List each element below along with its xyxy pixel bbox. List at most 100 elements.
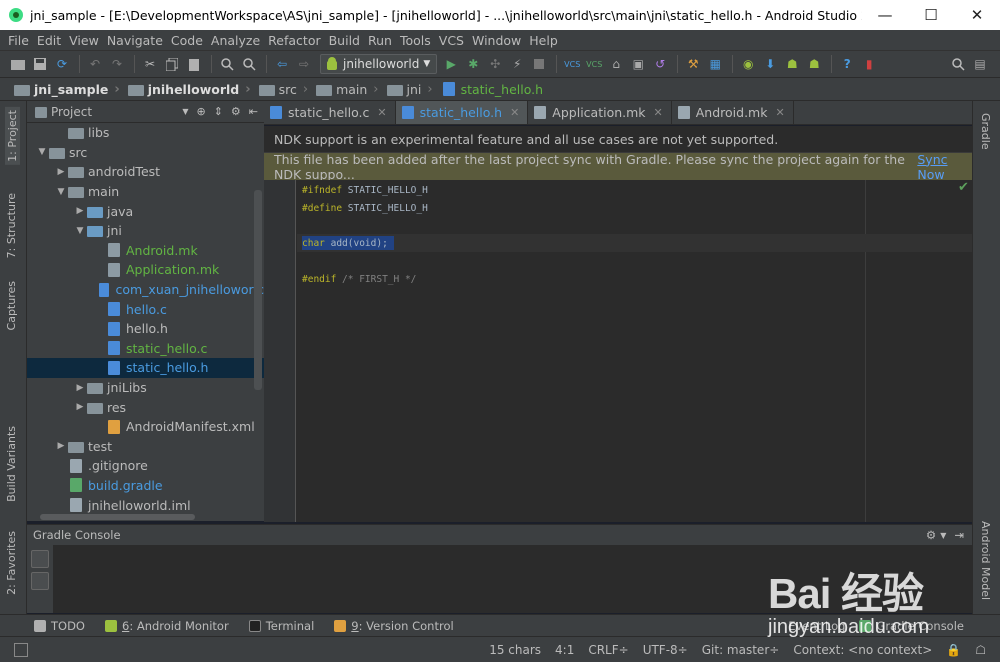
git-branch-status[interactable]: Git: master÷ — [702, 643, 780, 657]
tab-project[interactable]: 1: Project — [5, 107, 20, 165]
hide-panel-icon[interactable]: ⇥ — [954, 528, 964, 542]
tab-terminal[interactable]: Terminal — [248, 619, 314, 633]
tab-todo[interactable]: TODO — [34, 619, 85, 633]
gear-icon[interactable]: ⚙ — [231, 105, 241, 118]
project-scrollbar[interactable] — [254, 190, 262, 390]
back-icon[interactable]: ⇦ — [272, 54, 292, 74]
tree-item[interactable]: ▶ res — [27, 397, 264, 417]
copy-icon[interactable] — [162, 54, 182, 74]
expanded-arrow-icon[interactable]: ▼ — [35, 147, 49, 157]
tree-item[interactable]: ▶ test — [27, 437, 264, 457]
sync-now-link[interactable]: Sync Now — [917, 152, 972, 182]
tab-static-hello-c[interactable]: static_hello.c ✕ — [264, 101, 396, 124]
help-icon[interactable]: ? — [837, 54, 857, 74]
attach-debugger-icon[interactable]: ✣ — [485, 54, 505, 74]
breadcrumb-item[interactable]: src › — [258, 82, 308, 97]
vcs-compare-icon[interactable]: ▣ — [628, 54, 648, 74]
gear-icon[interactable]: ⚙ — [926, 528, 936, 542]
tab-android-mk[interactable]: Android.mk ✕ — [672, 101, 794, 124]
code-editor[interactable]: #ifndef STATIC_HELLO_H #define STATIC_HE… — [264, 180, 972, 522]
device-icon[interactable]: ▮ — [859, 54, 879, 74]
layout-icon[interactable]: ▤ — [970, 54, 990, 74]
tree-item[interactable]: ▶ java — [27, 201, 264, 221]
collapsed-arrow-icon[interactable]: ▶ — [73, 206, 87, 216]
tree-item[interactable]: ▶ jniLibs — [27, 378, 264, 398]
scroll-from-source-icon[interactable]: ⊕ — [196, 105, 205, 118]
paste-icon[interactable] — [184, 54, 204, 74]
menu-vcs[interactable]: VCS — [435, 33, 468, 48]
find-icon[interactable] — [217, 54, 237, 74]
minimize-button[interactable]: — — [862, 0, 908, 30]
close-icon[interactable]: ✕ — [775, 106, 784, 119]
collapsed-arrow-icon[interactable]: ▶ — [54, 167, 68, 177]
expanded-arrow-icon[interactable]: ▼ — [73, 226, 87, 236]
android-device-monitor-icon[interactable]: ☗ — [782, 54, 802, 74]
editor-gutter[interactable] — [264, 180, 296, 522]
tree-item[interactable]: jnihelloworld.iml — [27, 495, 264, 515]
clear-console-icon[interactable] — [31, 550, 49, 568]
encoding-status[interactable]: UTF-8÷ — [643, 643, 688, 657]
menu-tools[interactable]: Tools — [396, 33, 435, 48]
breadcrumb-item[interactable]: jni › — [386, 82, 433, 97]
search-everywhere-icon[interactable] — [948, 54, 968, 74]
menu-view[interactable]: View — [65, 33, 103, 48]
tool-windows-icon[interactable] — [14, 642, 28, 657]
run-configuration-select[interactable]: jnihelloworld ▼ — [320, 54, 438, 74]
settings-icon[interactable]: ▦ — [705, 54, 725, 74]
lock-icon[interactable]: 🔒 — [946, 643, 961, 657]
avd-manager-icon[interactable]: ◉ — [738, 54, 758, 74]
tab-gradle[interactable]: Gradle — [979, 113, 992, 150]
chevron-down-icon[interactable]: ▼ — [940, 531, 946, 540]
menu-refactor[interactable]: Refactor — [264, 33, 324, 48]
caret-position-status[interactable]: 4:1 — [555, 643, 574, 657]
redo-icon[interactable]: ↷ — [107, 54, 127, 74]
open-folder-icon[interactable] — [8, 54, 28, 74]
tree-item[interactable]: ▶ androidTest — [27, 162, 264, 182]
inspection-icon[interactable]: ☖ — [975, 643, 986, 657]
menu-run[interactable]: Run — [364, 33, 396, 48]
tree-item[interactable]: Android.mk — [27, 241, 264, 261]
tab-structure[interactable]: 7: Structure — [5, 193, 18, 258]
tab-gradle-console[interactable]: Gradle Console — [859, 619, 964, 633]
sdk-manager-icon[interactable]: ⬇ — [760, 54, 780, 74]
menu-help[interactable]: Help — [525, 33, 562, 48]
tree-item[interactable]: hello.h — [27, 319, 264, 339]
vcs-history-icon[interactable]: ⌂ — [606, 54, 626, 74]
breadcrumb-item[interactable]: jni_sample › — [14, 82, 120, 97]
tree-item[interactable]: AndroidManifest.xml — [27, 417, 264, 437]
gradle-console-output[interactable] — [27, 545, 972, 613]
vcs-update-icon[interactable]: VCS — [562, 54, 582, 74]
undo-icon[interactable]: ↶ — [85, 54, 105, 74]
maximize-button[interactable]: ☐ — [908, 0, 954, 30]
tree-item[interactable]: libs — [27, 123, 264, 143]
menu-window[interactable]: Window — [468, 33, 525, 48]
tree-item[interactable]: ▼ jni — [27, 221, 264, 241]
tab-favorites[interactable]: 2: Favorites — [5, 531, 18, 595]
menu-navigate[interactable]: Navigate — [103, 33, 167, 48]
apply-changes-icon[interactable]: ⚡ — [507, 54, 527, 74]
menu-analyze[interactable]: Analyze — [207, 33, 264, 48]
menu-build[interactable]: Build — [325, 33, 364, 48]
tab-android-monitor[interactable]: 6: Android Monitor — [104, 619, 229, 633]
tab-version-control[interactable]: 9: Version Control — [334, 619, 454, 633]
collapsed-arrow-icon[interactable]: ▶ — [54, 441, 68, 451]
tree-item[interactable]: ▼ main — [27, 182, 264, 202]
menu-code[interactable]: Code — [167, 33, 207, 48]
debug-icon[interactable]: ✱ — [463, 54, 483, 74]
project-view-select[interactable]: Project — [51, 105, 92, 119]
hide-panel-icon[interactable]: ⇤ — [249, 105, 258, 118]
chevron-down-icon[interactable]: ▼ — [182, 107, 188, 116]
tab-static-hello-h[interactable]: static_hello.h ✕ — [395, 101, 529, 124]
tree-item[interactable]: com_xuan_jnihelloworlc — [27, 280, 264, 300]
close-icon[interactable]: ✕ — [654, 106, 663, 119]
replace-icon[interactable] — [239, 54, 259, 74]
tab-event-log[interactable]: Event Log — [788, 619, 845, 633]
tab-android-model[interactable]: Android Model — [979, 521, 992, 600]
collapsed-arrow-icon[interactable]: ▶ — [73, 402, 87, 412]
breadcrumb-item[interactable]: jnihelloworld › — [127, 82, 251, 97]
save-all-icon[interactable] — [30, 54, 50, 74]
context-status[interactable]: Context: <no context> — [793, 643, 932, 657]
vcs-commit-icon[interactable]: VCS — [584, 54, 604, 74]
vcs-revert-icon[interactable]: ↺ — [650, 54, 670, 74]
cut-icon[interactable]: ✂ — [140, 54, 160, 74]
